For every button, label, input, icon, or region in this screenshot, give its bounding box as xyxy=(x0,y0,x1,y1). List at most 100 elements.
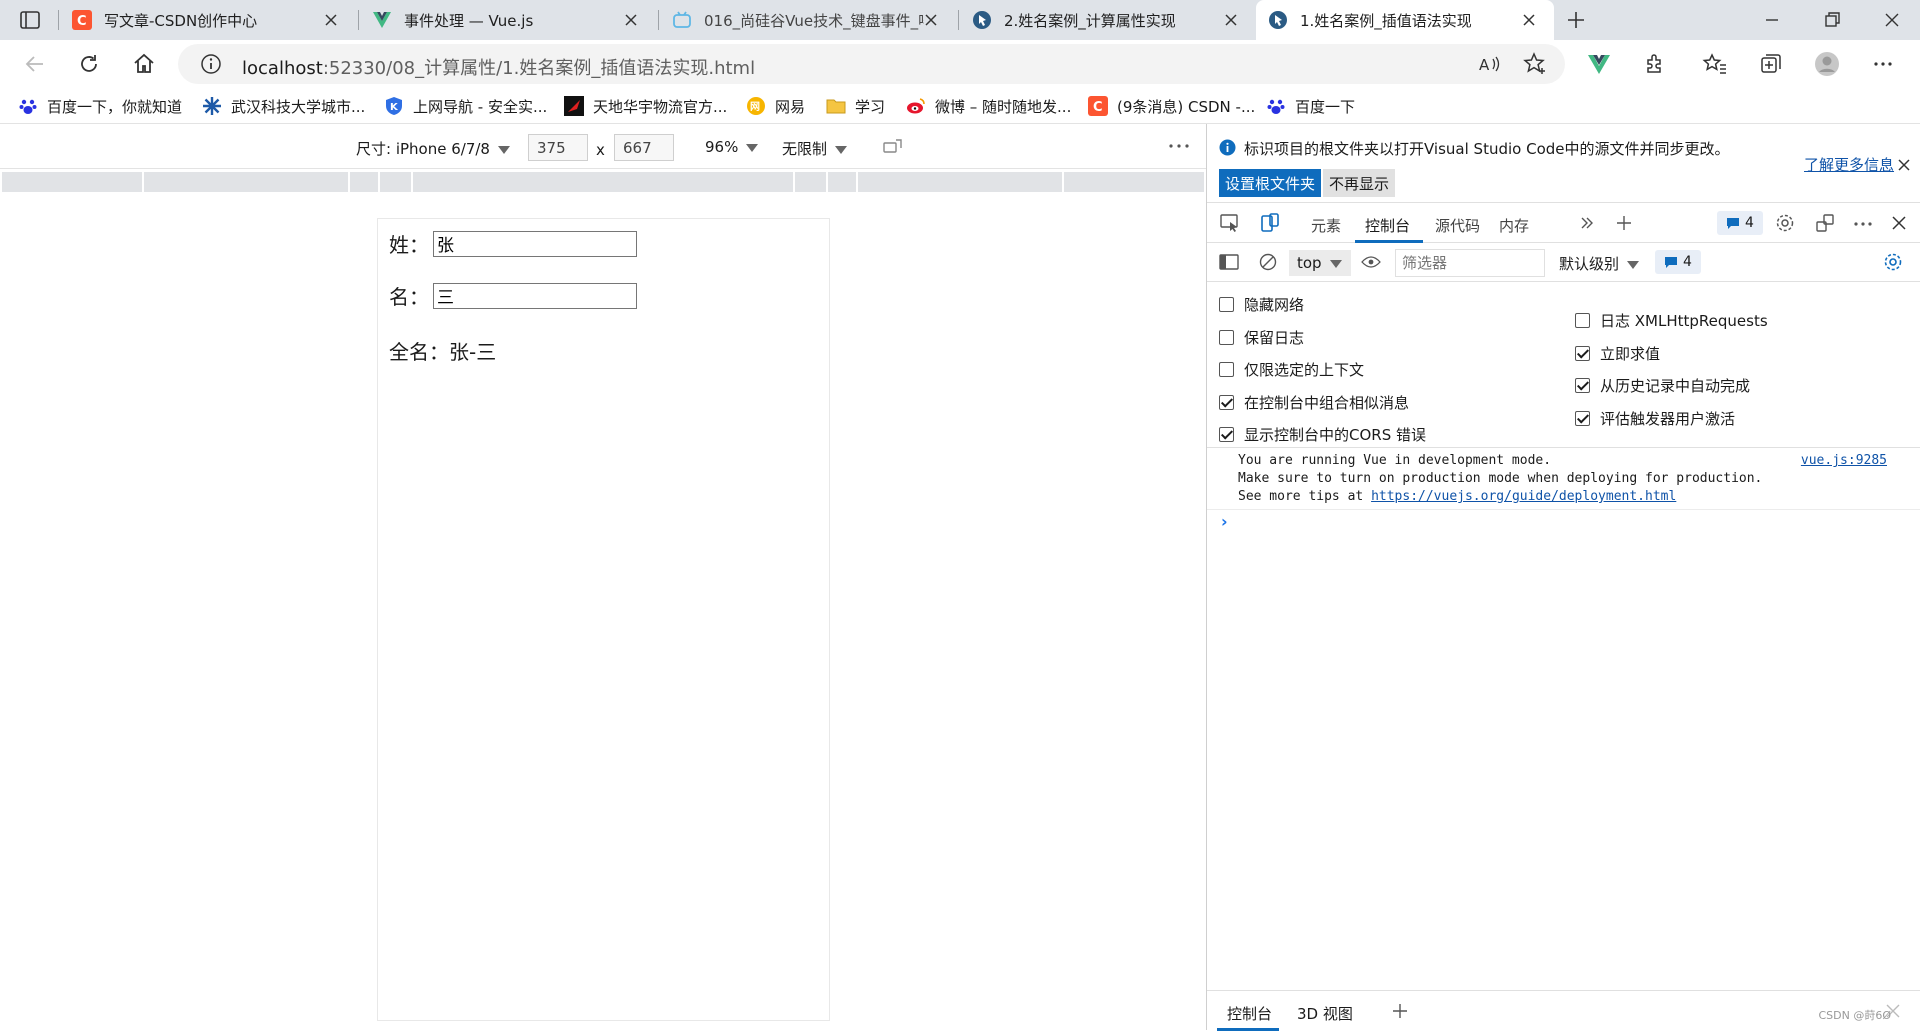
console-filter-input[interactable] xyxy=(1395,249,1545,277)
set-root-folder-button[interactable]: 设置根文件夹 xyxy=(1219,169,1322,197)
favorites-icon[interactable] xyxy=(1702,51,1728,77)
tab-memory[interactable]: 内存 xyxy=(1499,215,1529,236)
tab-sources[interactable]: 源代码 xyxy=(1435,215,1480,236)
tab-interpolation[interactable]: 1.姓名案例_插值语法实现 xyxy=(1256,0,1554,40)
add-tab-icon[interactable] xyxy=(1615,214,1633,232)
checkbox[interactable] xyxy=(1219,395,1234,410)
first-name-input[interactable] xyxy=(433,282,637,309)
tab-bilibili[interactable]: 016_尚硅谷Vue技术_键盘事件_哔 xyxy=(660,0,956,40)
vue-devtools-icon[interactable] xyxy=(1586,51,1612,77)
close-icon[interactable] xyxy=(1520,11,1538,29)
inspect-icon[interactable] xyxy=(1219,213,1241,233)
close-icon[interactable] xyxy=(1897,158,1911,172)
source-link[interactable]: vue.js:9285 xyxy=(1801,452,1887,470)
home-icon[interactable] xyxy=(131,51,157,77)
setting-label: 隐藏网络 xyxy=(1244,296,1305,314)
bookmark-netease[interactable]: 网 网易 xyxy=(746,94,805,118)
setting-selected-context[interactable]: 仅限选定的上下文 xyxy=(1219,359,1364,380)
bookmark-weibo[interactable]: 微博 – 随时随地发... xyxy=(906,94,1071,118)
url-text[interactable]: localhost:52330/08_计算属性/1.姓名案例_插值语法实现.ht… xyxy=(242,54,755,80)
viewport-width-input[interactable]: 375 xyxy=(528,134,588,161)
bookmark-csdn[interactable]: C (9条消息) CSDN -... xyxy=(1088,94,1255,118)
checkbox[interactable] xyxy=(1219,330,1234,345)
log-level-dropdown[interactable]: 默认级别 xyxy=(1559,253,1640,274)
checkbox[interactable] xyxy=(1219,427,1234,442)
svg-text:C: C xyxy=(1093,100,1103,115)
console-settings-icon[interactable] xyxy=(1883,252,1903,272)
setting-autocomplete-history[interactable]: 从历史记录中自动完成 xyxy=(1575,375,1750,396)
drawer-tab-3d-view[interactable]: 3D 视图 xyxy=(1297,1003,1353,1024)
deployment-link[interactable]: https://vuejs.org/guide/deployment.html xyxy=(1371,489,1676,504)
setting-log-xhr[interactable]: 日志 XMLHttpRequests xyxy=(1575,310,1768,331)
dont-show-again-button[interactable]: 不再显示 xyxy=(1323,169,1396,197)
tab-actions-icon[interactable] xyxy=(18,8,42,32)
checkbox[interactable] xyxy=(1575,378,1590,393)
clear-console-icon[interactable] xyxy=(1259,253,1277,271)
connect-icon[interactable] xyxy=(1815,213,1835,233)
close-devtools-icon[interactable] xyxy=(1891,215,1907,231)
setting-hide-network[interactable]: 隐藏网络 xyxy=(1219,294,1304,315)
favorite-add-icon[interactable] xyxy=(1522,51,1548,77)
tab-elements[interactable]: 元素 xyxy=(1311,215,1341,236)
issues-badge[interactable]: 4 xyxy=(1655,250,1701,274)
settings-gear-icon[interactable] xyxy=(1775,213,1795,233)
bookmark-baidu-2[interactable]: 百度一下 xyxy=(1266,94,1355,118)
minimize-icon[interactable] xyxy=(1760,8,1784,32)
restore-icon[interactable] xyxy=(1820,8,1844,32)
setting-preserve-log[interactable]: 保留日志 xyxy=(1219,327,1304,348)
back-icon[interactable] xyxy=(22,51,48,77)
checkbox[interactable] xyxy=(1219,297,1234,312)
more-icon[interactable] xyxy=(1870,51,1896,77)
close-icon[interactable] xyxy=(322,11,340,29)
viewport-height-input[interactable]: 667 xyxy=(614,134,674,161)
console-prompt-icon[interactable]: › xyxy=(1221,512,1228,531)
extensions-icon[interactable] xyxy=(1642,51,1668,77)
drawer-tab-console[interactable]: 控制台 xyxy=(1227,1003,1272,1024)
device-emulation-icon[interactable] xyxy=(1259,212,1281,234)
bookmark-logistics[interactable]: 天地华宇物流官方... xyxy=(564,94,727,118)
bookmark-baidu[interactable]: 百度一下，你就知道 xyxy=(18,94,182,118)
tab-console[interactable]: 控制台 xyxy=(1365,215,1410,236)
read-aloud-icon[interactable]: A xyxy=(1476,51,1502,77)
close-icon[interactable] xyxy=(622,11,640,29)
setting-label: 仅限选定的上下文 xyxy=(1244,361,1365,379)
add-drawer-tab-icon[interactable] xyxy=(1391,1002,1409,1020)
last-name-input[interactable] xyxy=(433,230,637,257)
checkbox[interactable] xyxy=(1219,362,1234,377)
tab-csdn-write[interactable]: C 写文章-CSDN创作中心 xyxy=(60,0,356,40)
context-selector[interactable]: top xyxy=(1289,250,1351,276)
throttle-dropdown[interactable]: 无限制 xyxy=(782,138,848,159)
console-line-text: See more tips at xyxy=(1238,489,1372,504)
tab-vue-events[interactable]: 事件处理 — Vue.js xyxy=(360,0,656,40)
more-tabs-icon[interactable] xyxy=(1579,215,1595,231)
issues-badge[interactable]: 4 xyxy=(1717,211,1763,235)
avatar[interactable] xyxy=(1814,51,1840,77)
rotate-icon[interactable] xyxy=(882,137,904,157)
bookmark-folder-study[interactable]: 学习 xyxy=(826,94,885,118)
device-dimensions-dropdown[interactable]: 尺寸: iPhone 6/7/8 xyxy=(356,138,510,159)
media-query-bar[interactable] xyxy=(2,172,1204,192)
close-icon[interactable] xyxy=(1222,11,1240,29)
setting-group-similar[interactable]: 在控制台中组合相似消息 xyxy=(1219,392,1409,413)
bookmark-nav[interactable]: K 上网导航 - 安全实... xyxy=(384,94,547,118)
collections-icon[interactable] xyxy=(1758,51,1784,77)
close-icon[interactable] xyxy=(922,11,940,29)
checkbox[interactable] xyxy=(1575,346,1590,361)
setting-cors-errors[interactable]: 显示控制台中的CORS 错误 xyxy=(1219,424,1426,445)
tab-computed[interactable]: 2.姓名案例_计算属性实现 xyxy=(960,0,1256,40)
site-info-icon[interactable] xyxy=(200,53,222,75)
learn-more-link[interactable]: 了解更多信息 xyxy=(1804,154,1894,175)
refresh-icon[interactable] xyxy=(76,51,102,77)
more-options-icon[interactable] xyxy=(1168,142,1190,150)
checkbox[interactable] xyxy=(1575,411,1590,426)
sidebar-toggle-icon[interactable] xyxy=(1219,254,1239,270)
checkbox[interactable] xyxy=(1575,313,1590,328)
live-expression-eye-icon[interactable] xyxy=(1361,255,1381,269)
zoom-dropdown[interactable]: 96% xyxy=(705,138,759,156)
bookmark-wust[interactable]: 武汉科技大学城市... xyxy=(202,94,365,118)
close-window-icon[interactable] xyxy=(1880,8,1904,32)
setting-eager-eval[interactable]: 立即求值 xyxy=(1575,343,1660,364)
more-icon[interactable] xyxy=(1853,221,1873,227)
setting-user-activation[interactable]: 评估触发器用户激活 xyxy=(1575,408,1735,429)
new-tab-icon[interactable] xyxy=(1564,8,1588,32)
